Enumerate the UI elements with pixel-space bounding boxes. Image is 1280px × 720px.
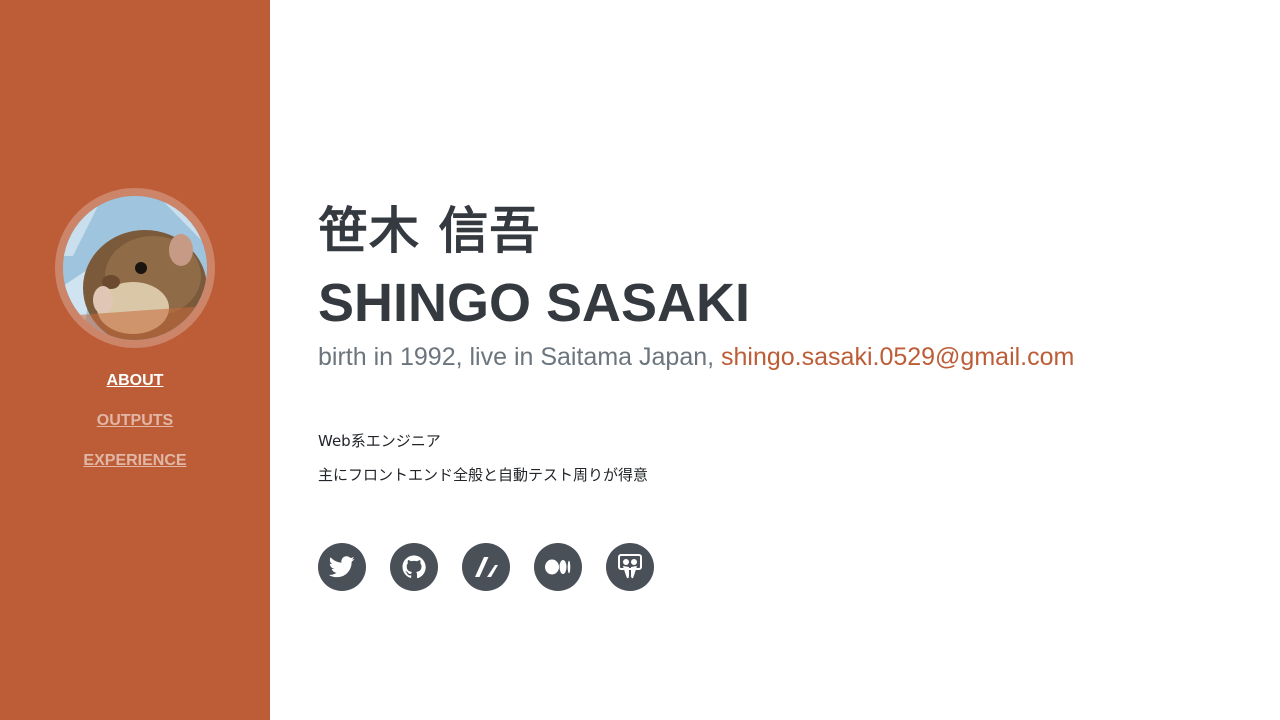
description-line: Web系エンジニア [318, 432, 441, 450]
nav-link-about[interactable]: ABOUT [107, 372, 164, 389]
birth-location-text: birth in 1992, live in Saitama Japan, [318, 343, 722, 371]
social-icons [318, 543, 654, 591]
medium-icon [545, 559, 571, 575]
zenn-icon [475, 557, 498, 577]
sidebar-nav: ABOUT OUTPUTS EXPERIENCE [0, 370, 270, 490]
description-line: 主にフロントエンド全般と自動テスト周りが得意 [318, 466, 649, 484]
hamster-photo [63, 196, 207, 340]
avatar[interactable] [63, 196, 207, 340]
nav-item-about: ABOUT [0, 370, 270, 410]
nav-item-outputs: OUTPUTS [0, 410, 270, 450]
name-japanese: 笹木 信吾 [318, 202, 541, 260]
main-content: 笹木 信吾 SHINGO SASAKI birth in 1992, live … [318, 0, 1258, 720]
email-link[interactable]: shingo.sasaki.0529@gmail.com [721, 343, 1074, 371]
sidebar: ABOUT OUTPUTS EXPERIENCE [0, 0, 270, 720]
github-icon [402, 555, 426, 579]
nav-item-experience: EXPERIENCE [0, 450, 270, 490]
twitter-icon [329, 556, 355, 578]
slideshare-icon [618, 554, 642, 579]
avatar-ring [55, 188, 215, 348]
github-button[interactable] [390, 543, 438, 591]
description: Web系エンジニア 主にフロントエンド全般と自動テスト周りが得意 [318, 430, 648, 498]
nav-link-experience[interactable]: EXPERIENCE [83, 452, 186, 469]
zenn-button[interactable] [462, 543, 510, 591]
slideshare-button[interactable] [606, 543, 654, 591]
medium-button[interactable] [534, 543, 582, 591]
nav-link-outputs[interactable]: OUTPUTS [97, 412, 173, 429]
subheading: birth in 1992, live in Saitama Japan, sh… [318, 340, 1074, 374]
twitter-button[interactable] [318, 543, 366, 591]
name-english: SHINGO SASAKI [318, 273, 751, 333]
